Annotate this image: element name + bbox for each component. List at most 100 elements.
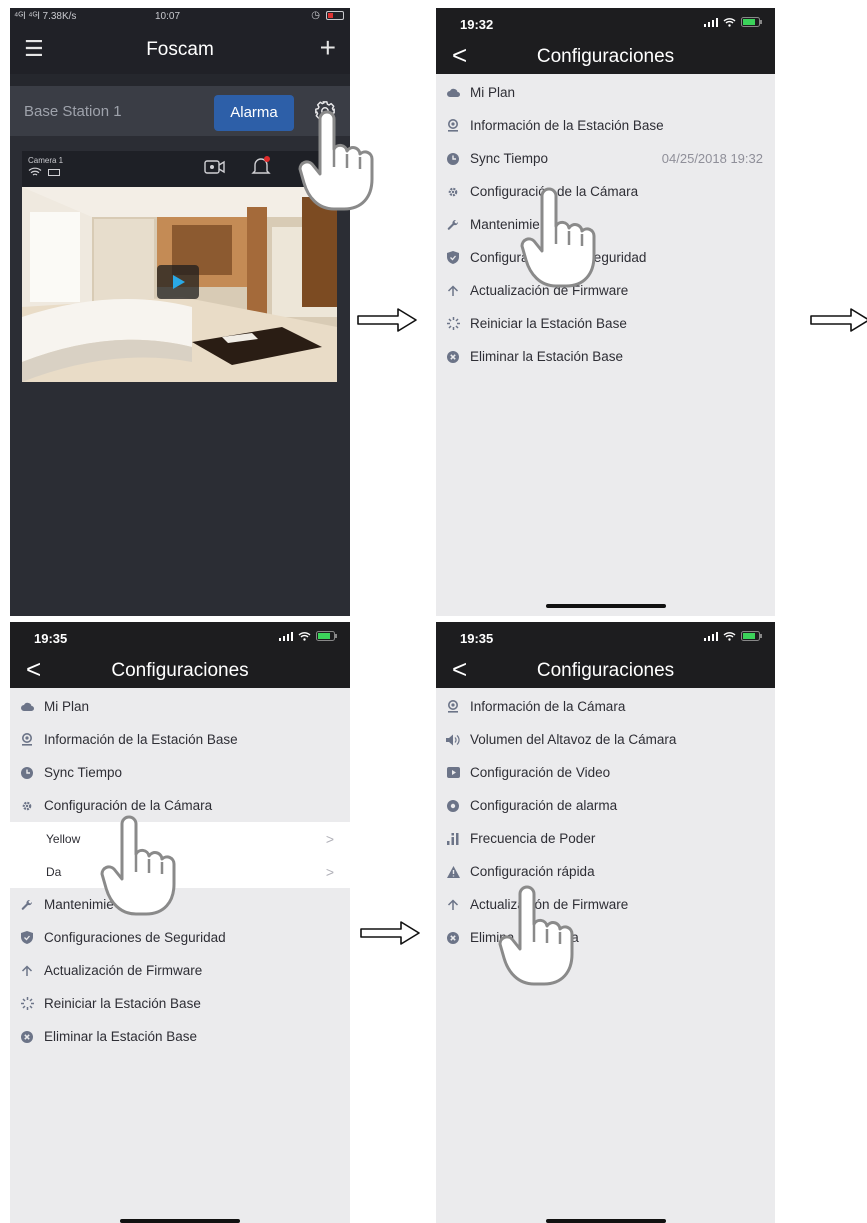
close-circle-icon <box>20 1030 34 1044</box>
settings-row[interactable]: Configuraciones de Seguridad <box>10 921 350 954</box>
close-circle-icon <box>446 931 460 945</box>
battery-icon <box>326 11 344 20</box>
settings-row[interactable]: Configuración de la Cámara <box>10 789 350 822</box>
pointing-hand-icon <box>100 815 176 916</box>
settings-row[interactable]: Configuración de alarma <box>436 789 775 822</box>
camera-sub-item[interactable]: Da > <box>10 855 350 888</box>
settings-row[interactable]: Actualización de Firmware <box>436 888 775 921</box>
close-circle-icon <box>446 350 460 364</box>
camera-settings-list: Información de la Cámara Volumen del Alta… <box>436 688 775 954</box>
settings-row-label: Actualización de Firmware <box>44 963 203 978</box>
pointing-hand-icon <box>498 885 574 986</box>
settings-row-label: Información de la Estación Base <box>44 732 238 747</box>
settings-row[interactable]: Sync Tiempo <box>10 756 350 789</box>
settings-row-label: Reiniciar la Estación Base <box>44 996 201 1011</box>
settings-row[interactable]: Frecuencia de Poder <box>436 822 775 855</box>
settings-row[interactable]: Información de la Cámara <box>436 690 775 723</box>
status-time: 19:35 <box>460 631 494 646</box>
status-time: 19:32 <box>460 17 494 32</box>
settings-row[interactable]: Configuración rápida <box>436 855 775 888</box>
settings-row[interactable]: Configuración de la Cámara <box>436 175 775 208</box>
status-time: 10:07 <box>155 11 181 22</box>
home-indicator <box>120 1219 240 1223</box>
arrow-up-icon <box>20 964 34 978</box>
settings-row-label: Sync Tiempo <box>44 765 123 780</box>
webcam-icon <box>446 119 460 133</box>
settings-row[interactable]: Reiniciar la Estación Base <box>436 307 775 340</box>
battery-charging-icon <box>316 631 337 641</box>
settings-row-label: Configuraciones de Seguridad <box>44 930 226 945</box>
play-icon <box>173 275 185 289</box>
settings-row[interactable]: Actualización de Firmware <box>436 274 775 307</box>
settings-row[interactable]: Actualización de Firmware <box>10 954 350 987</box>
settings-row-label: Configuración de alarma <box>470 798 618 813</box>
spinner-icon <box>20 997 34 1011</box>
wifi-icon <box>28 167 42 176</box>
webcam-icon <box>446 700 460 714</box>
settings-row[interactable]: Elimina ara <box>436 921 775 954</box>
cloud-icon <box>446 86 460 100</box>
settings-row[interactable]: Reiniciar la Estación Base <box>10 987 350 1020</box>
settings-row-label: Información de la Cámara <box>470 699 626 714</box>
pointing-hand-icon <box>520 187 596 288</box>
settings-row-label: Configuración rápida <box>470 864 595 879</box>
wrench-icon <box>446 218 460 232</box>
camera-sub-item[interactable]: Yellow > <box>10 822 350 855</box>
settings-row[interactable]: Volumen del Altavoz de la Cámara <box>436 723 775 756</box>
battery-charging-icon <box>741 17 762 27</box>
cloud-icon <box>20 700 34 714</box>
settings-row[interactable]: Información de la Estación Base <box>10 723 350 756</box>
camera-settings-screen: 19:35 < Configuraciones Información de l… <box>436 622 775 1223</box>
record-video-icon[interactable] <box>204 159 226 175</box>
alarm-button[interactable]: Alarma <box>214 95 294 131</box>
settings-row-label: Configuración de Video <box>470 765 611 780</box>
gear-icon <box>446 185 460 199</box>
flow-arrow-icon <box>360 921 420 945</box>
chevron-right-icon: > <box>325 830 334 847</box>
app-header: ☰ Foscam + <box>10 26 350 74</box>
camera-battery-icon <box>48 169 60 176</box>
settings-row-label: Reiniciar la Estación Base <box>470 316 627 331</box>
settings-row[interactable]: Mantenimie <box>10 888 350 921</box>
camera-preview-image[interactable] <box>22 187 337 382</box>
play-button[interactable] <box>157 265 199 299</box>
settings-row[interactable]: Eliminar la Estación Base <box>10 1020 350 1053</box>
status-time: 19:35 <box>34 631 68 646</box>
foscam-home-screen: ⁴ᴳl ⁴ᴳl 7.38K/s 10:07 ◷ ☰ Foscam + Base … <box>10 8 350 616</box>
webcam-icon <box>20 733 34 747</box>
signal-icon <box>704 631 718 641</box>
settings-row[interactable]: Información de la Estación Base <box>436 109 775 142</box>
page-title: Configuraciones <box>111 660 249 681</box>
page-title: Configuraciones <box>536 46 675 67</box>
battery-charging-icon <box>741 631 762 641</box>
page-title: Configuraciones <box>536 660 675 681</box>
settings-row-label: Sync Tiempo <box>470 151 549 166</box>
flow-arrow-icon <box>810 308 867 332</box>
nav-bar: < Configuraciones <box>10 652 350 688</box>
camera-card[interactable]: Camera 1 <box>22 151 337 382</box>
wifi-icon <box>723 17 736 27</box>
settings-row[interactable]: Mi Plan <box>436 76 775 109</box>
bell-icon[interactable] <box>250 155 272 177</box>
warning-icon <box>446 865 460 879</box>
bars-icon <box>446 832 460 846</box>
settings-row[interactable]: Mi Plan <box>10 690 350 723</box>
base-station-name: Base Station 1 <box>24 103 122 120</box>
shield-icon <box>20 931 34 945</box>
wifi-icon <box>298 631 311 641</box>
add-icon[interactable]: + <box>320 32 336 64</box>
home-indicator <box>546 604 666 608</box>
clock-icon <box>20 766 34 780</box>
settings-row[interactable]: Configura e Seguridad <box>436 241 775 274</box>
spinner-icon <box>446 317 460 331</box>
settings-row[interactable]: Mantenimie <box>436 208 775 241</box>
settings-row[interactable]: Sync Tiempo 04/25/2018 19:32 <box>436 142 775 175</box>
network-speed: ⁴ᴳl ⁴ᴳl 7.38K/s <box>14 11 77 22</box>
settings-row[interactable]: Configuración de Video <box>436 756 775 789</box>
settings-row-label: Mi Plan <box>44 699 90 714</box>
settings-list: Mi Plan Información de la Estación Base Sy… <box>10 688 350 1053</box>
speaker-icon <box>446 733 460 747</box>
camera-sub-item-label: Yellow <box>46 831 81 846</box>
settings-row[interactable]: Eliminar la Estación Base <box>436 340 775 373</box>
signal-icon <box>279 631 293 641</box>
